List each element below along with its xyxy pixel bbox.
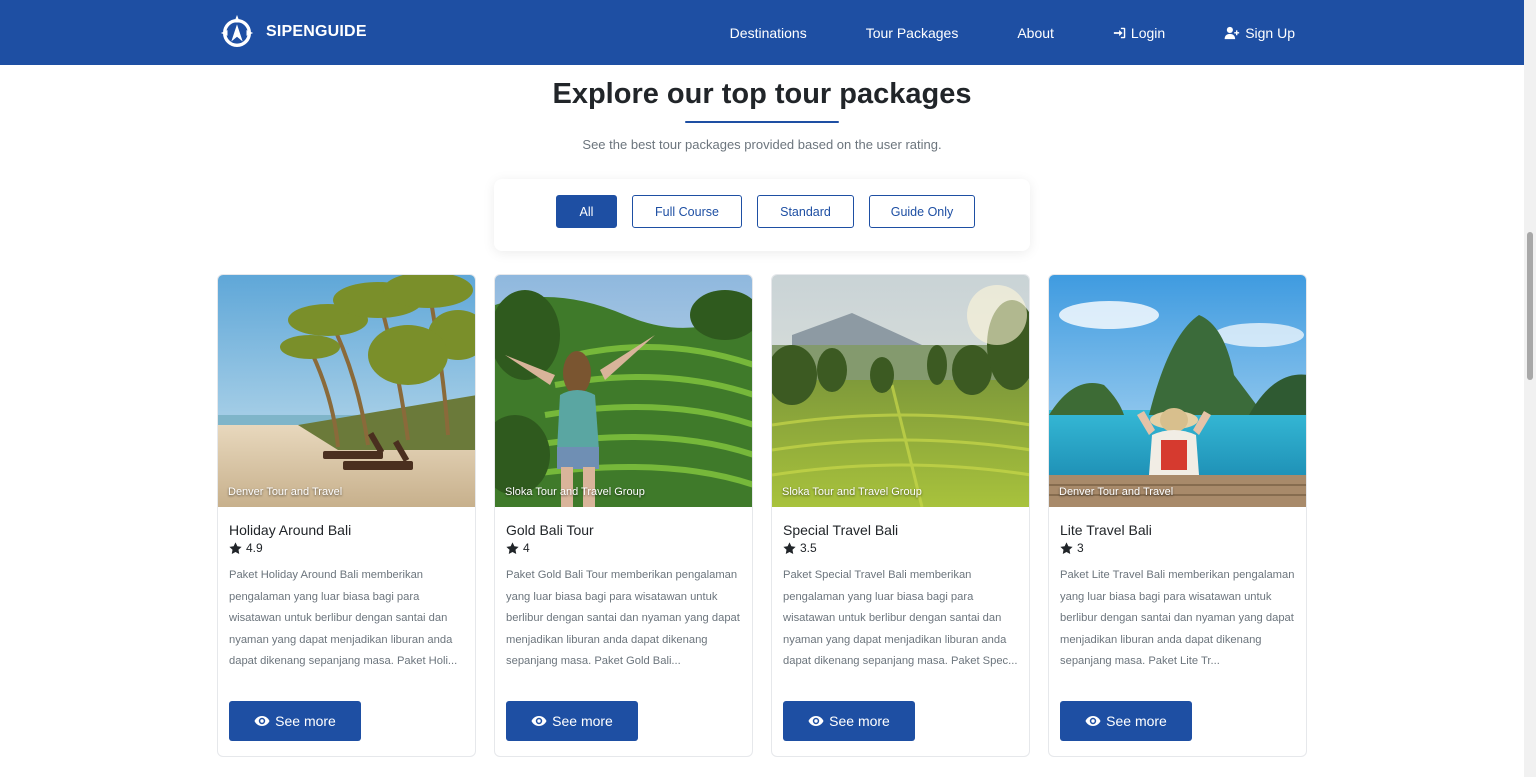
tour-card-rating: 4 bbox=[506, 541, 530, 555]
nav-tour-packages[interactable]: Tour Packages bbox=[866, 25, 959, 41]
filter-guide-only-button[interactable]: Guide Only bbox=[869, 195, 975, 228]
tour-card-description: Paket Special Travel Bali memberikan pen… bbox=[783, 569, 1018, 667]
tour-card-title: Gold Bali Tour bbox=[506, 522, 594, 538]
tour-card-image bbox=[1049, 275, 1306, 507]
tour-agency-label: Sloka Tour and Travel Group bbox=[505, 486, 645, 498]
nav-about[interactable]: About bbox=[1017, 25, 1054, 41]
see-more-label: See more bbox=[552, 713, 613, 729]
see-more-button[interactable]: See more bbox=[783, 701, 915, 741]
nav-login[interactable]: Login bbox=[1113, 25, 1165, 41]
tour-card-description: Paket Lite Travel Bali memberikan pengal… bbox=[1060, 569, 1295, 667]
filter-all-button[interactable]: All bbox=[556, 195, 617, 228]
nav-signup[interactable]: Sign Up bbox=[1224, 25, 1295, 41]
tour-card: Denver Tour and Travel Holiday Around Ba… bbox=[217, 274, 476, 757]
see-more-button[interactable]: See more bbox=[229, 701, 361, 741]
user-plus-icon bbox=[1224, 26, 1240, 39]
top-navbar: SIPENGUIDE Destinations Tour Packages Ab… bbox=[0, 0, 1524, 65]
nav-destinations[interactable]: Destinations bbox=[730, 25, 807, 41]
scrollbar-thumb[interactable] bbox=[1527, 232, 1533, 380]
star-icon bbox=[1060, 541, 1073, 554]
tour-card-rating: 4.9 bbox=[229, 541, 263, 555]
rating-value: 3.5 bbox=[800, 541, 817, 555]
see-more-label: See more bbox=[829, 713, 890, 729]
see-more-label: See more bbox=[275, 713, 336, 729]
tour-card-title: Holiday Around Bali bbox=[229, 522, 352, 538]
star-icon bbox=[506, 541, 519, 554]
tour-agency-label: Denver Tour and Travel bbox=[1059, 486, 1174, 498]
tour-card-image bbox=[218, 275, 475, 507]
section-title: Explore our top tour packages bbox=[552, 78, 972, 110]
brand-name: SIPENGUIDE bbox=[266, 23, 367, 40]
tour-card-image bbox=[772, 275, 1029, 507]
tour-agency-label: Denver Tour and Travel bbox=[228, 486, 343, 498]
rating-value: 4 bbox=[523, 541, 530, 555]
see-more-button[interactable]: See more bbox=[1060, 701, 1192, 741]
tour-card-rating: 3.5 bbox=[783, 541, 817, 555]
section-subtitle: See the best tour packages provided base… bbox=[582, 137, 942, 152]
tour-card-rating: 3 bbox=[1060, 541, 1084, 555]
filter-standard-button[interactable]: Standard bbox=[757, 195, 854, 228]
filter-panel: All Full Course Standard Guide Only bbox=[494, 179, 1030, 251]
brand-link[interactable]: SIPENGUIDE bbox=[218, 13, 367, 51]
eye-icon bbox=[1085, 716, 1101, 726]
compass-logo-icon bbox=[220, 14, 254, 47]
eye-icon bbox=[808, 716, 824, 726]
tour-card: Sloka Tour and Travel Group Special Trav… bbox=[771, 274, 1030, 757]
tour-agency-label: Sloka Tour and Travel Group bbox=[782, 486, 922, 498]
star-icon bbox=[229, 541, 242, 554]
tour-card-title: Special Travel Bali bbox=[783, 522, 899, 538]
star-icon bbox=[783, 541, 796, 554]
rating-value: 4.9 bbox=[246, 541, 263, 555]
tour-card-image bbox=[495, 275, 752, 507]
nav-links: Destinations Tour Packages About Login S… bbox=[730, 0, 1295, 65]
see-more-button[interactable]: See more bbox=[506, 701, 638, 741]
see-more-label: See more bbox=[1106, 713, 1167, 729]
nav-destinations-label: Destinations bbox=[729, 24, 807, 41]
nav-signup-label: Sign Up bbox=[1245, 24, 1295, 41]
tour-card-description: Paket Gold Bali Tour memberikan pengalam… bbox=[506, 569, 740, 667]
tour-card-description: Paket Holiday Around Bali memberikan pen… bbox=[229, 569, 458, 667]
page-scrollbar[interactable] bbox=[1524, 0, 1536, 777]
nav-tour-packages-label: Tour Packages bbox=[865, 24, 959, 41]
tour-card: Sloka Tour and Travel Group Gold Bali To… bbox=[494, 274, 753, 757]
login-icon bbox=[1113, 27, 1126, 38]
nav-about-label: About bbox=[1017, 24, 1054, 41]
rating-value: 3 bbox=[1077, 541, 1084, 555]
tour-card-title: Lite Travel Bali bbox=[1060, 522, 1152, 538]
title-underline bbox=[685, 121, 839, 123]
tour-card: Denver Tour and Travel Lite Travel Bali … bbox=[1048, 274, 1307, 757]
nav-login-label: Login bbox=[1130, 24, 1166, 41]
eye-icon bbox=[254, 716, 270, 726]
eye-icon bbox=[531, 716, 547, 726]
filter-full-course-button[interactable]: Full Course bbox=[632, 195, 742, 228]
